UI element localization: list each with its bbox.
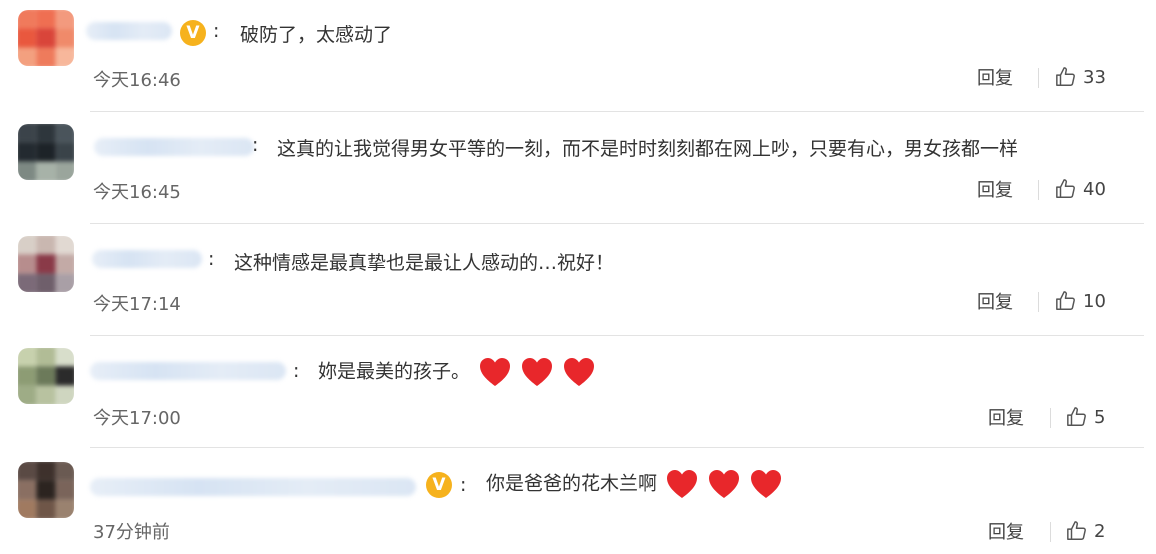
heart-icon xyxy=(480,358,511,386)
avatar[interactable] xyxy=(18,124,74,180)
reply-button[interactable]: 回复 xyxy=(977,288,1013,314)
comment-separator: : xyxy=(460,474,467,496)
username-blurred[interactable] xyxy=(94,138,254,156)
comment-item: V : 你是爸爸的花木兰啊 37分钟前 回复 2 xyxy=(0,448,1156,554)
username-blurred[interactable] xyxy=(90,478,416,496)
reply-button[interactable]: 回复 xyxy=(988,404,1024,430)
comment-text-body: 妳是最美的孩子。 xyxy=(318,360,471,383)
comment-text: 这种情感是最真挚也是最让人感动的…祝好！ xyxy=(234,252,615,274)
avatar[interactable] xyxy=(18,10,74,66)
avatar[interactable] xyxy=(18,462,74,518)
action-divider xyxy=(1050,522,1051,542)
comment-separator: : xyxy=(293,360,300,382)
comment-time: 今天17:14 xyxy=(93,294,181,315)
like-button[interactable]: 2 xyxy=(1066,520,1105,542)
action-divider xyxy=(1038,68,1039,88)
thumbs-up-icon xyxy=(1056,67,1075,86)
comment-text: 这真的让我觉得男女平等的一刻，而不是时时刻刻都在网上吵，只要有心，男女孩都一样 xyxy=(277,138,1019,160)
comment-time: 今天16:46 xyxy=(93,70,181,91)
verified-badge-icon: V xyxy=(180,20,206,46)
comment-text: 破防了，太感动了 xyxy=(240,24,393,46)
heart-icon xyxy=(709,470,740,498)
action-divider xyxy=(1038,180,1039,200)
heart-icon xyxy=(667,470,698,498)
comment-item: V : 破防了，太感动了 今天16:46 回复 33 xyxy=(0,0,1156,112)
like-count: 2 xyxy=(1094,520,1106,542)
reply-button[interactable]: 回复 xyxy=(988,518,1024,544)
thumbs-up-icon xyxy=(1067,521,1086,540)
comment-time: 今天17:00 xyxy=(93,408,181,429)
username-blurred[interactable] xyxy=(92,250,202,268)
action-divider xyxy=(1038,292,1039,312)
heart-icon xyxy=(564,358,595,386)
action-divider xyxy=(1050,408,1051,428)
username-blurred[interactable] xyxy=(90,362,286,380)
reply-button[interactable]: 回复 xyxy=(977,64,1013,90)
comment-separator: : xyxy=(213,20,220,42)
like-count: 5 xyxy=(1094,406,1106,428)
avatar[interactable] xyxy=(18,348,74,404)
thumbs-up-icon xyxy=(1067,407,1086,426)
thumbs-up-icon xyxy=(1056,291,1075,310)
username-blurred[interactable] xyxy=(86,22,172,40)
like-button[interactable]: 5 xyxy=(1066,406,1105,428)
heart-icon xyxy=(751,470,782,498)
comment-text-body: 你是爸爸的花木兰啊 xyxy=(486,472,658,495)
heart-icon xyxy=(522,358,553,386)
comment-item: : 这真的让我觉得男女平等的一刻，而不是时时刻刻都在网上吵，只要有心，男女孩都一… xyxy=(0,112,1156,224)
heart-emojis xyxy=(478,356,596,388)
comment-item: : 这种情感是最真挚也是最让人感动的…祝好！ 今天17:14 回复 10 xyxy=(0,224,1156,336)
comment-text: 你是爸爸的花木兰啊 xyxy=(486,468,783,500)
heart-emojis xyxy=(665,468,783,500)
like-button[interactable]: 40 xyxy=(1055,178,1106,200)
avatar[interactable] xyxy=(18,236,74,292)
thumbs-up-icon xyxy=(1056,179,1075,198)
like-button[interactable]: 33 xyxy=(1055,66,1106,88)
like-count: 10 xyxy=(1083,290,1106,312)
like-count: 40 xyxy=(1083,178,1106,200)
comment-text: 妳是最美的孩子。 xyxy=(318,356,596,388)
comment-item: : 妳是最美的孩子。 今天17:00 回复 5 xyxy=(0,336,1156,448)
verified-badge-icon: V xyxy=(426,472,452,498)
comment-time: 今天16:45 xyxy=(93,182,181,203)
comment-separator: : xyxy=(252,134,259,156)
like-button[interactable]: 10 xyxy=(1055,290,1106,312)
reply-button[interactable]: 回复 xyxy=(977,176,1013,202)
like-count: 33 xyxy=(1083,66,1106,88)
comment-time: 37分钟前 xyxy=(93,522,170,543)
comment-separator: : xyxy=(208,248,215,270)
